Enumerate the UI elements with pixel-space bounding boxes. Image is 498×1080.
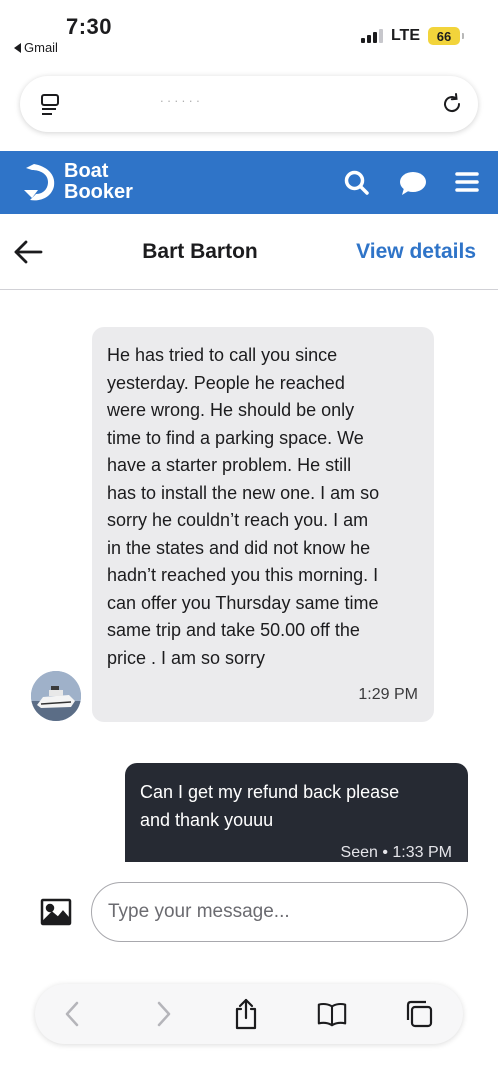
hamburger-menu-icon[interactable] [454,169,482,197]
message-list[interactable]: He has tried to call you since yesterday… [0,290,498,862]
browser-toolbar [35,984,463,1044]
url-text[interactable]: . . . . . . [160,90,360,114]
incoming-message: He has tried to call you since yesterday… [92,327,434,722]
share-icon[interactable] [230,998,262,1030]
status-time: 7:30 [66,14,113,39]
tabs-icon[interactable] [403,998,435,1030]
search-icon[interactable] [343,169,371,197]
back-icon[interactable] [57,998,89,1030]
network-label: LTE [390,27,420,44]
battery-icon: 66 [428,27,464,45]
message-text: He has tried to call you since yesterday… [107,345,380,668]
message-timestamp: 1:29 PM [358,686,418,703]
attach-image-icon[interactable] [40,898,72,926]
brand-line-1: Boat [64,160,109,182]
brand-name[interactable]: Boat Booker [64,161,133,203]
site-header: Boat Booker [0,151,498,214]
avatar[interactable] [31,671,81,721]
message-composer [0,862,498,962]
forward-icon[interactable] [147,998,179,1030]
battery-level: 66 [436,28,452,44]
status-bar: 7:30 Gmail LTE 66 [0,0,498,62]
boat-booker-logo[interactable] [20,160,64,204]
message-seen-status: Seen • 1:33 PM [340,844,452,861]
address-bar[interactable]: . . . . . . [20,76,478,132]
page-menu-icon[interactable] [40,93,62,122]
messages-icon[interactable] [398,169,426,197]
outgoing-message: Can I get my refund back please and than… [125,763,468,862]
back-app-label: Gmail [24,40,58,55]
conversation-title: Bart Barton [142,240,258,263]
conversation-header: Bart Barton View details [0,214,498,290]
back-triangle-icon [14,42,21,53]
signal-icon [360,29,383,43]
back-to-app[interactable]: Gmail [14,40,58,55]
message-text: Can I get my refund back please and than… [140,782,400,830]
brand-line-2: Booker [64,181,133,203]
view-details-link[interactable]: View details [356,240,476,264]
status-indicators: LTE 66 [360,27,464,45]
reload-icon[interactable] [440,92,464,121]
message-input[interactable] [91,882,468,942]
bookmarks-icon[interactable] [316,998,348,1030]
